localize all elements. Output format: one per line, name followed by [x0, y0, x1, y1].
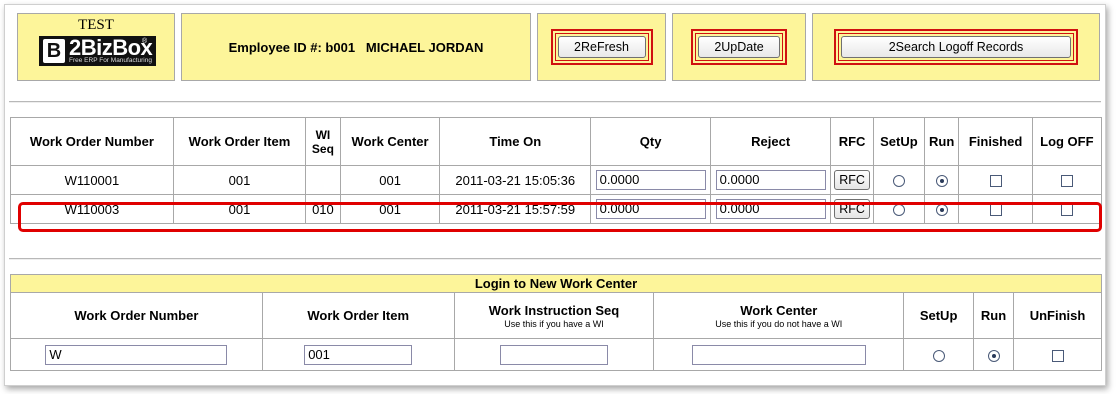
rfc-button[interactable]: RFC	[834, 170, 871, 190]
unfinish-checkbox[interactable]	[1051, 349, 1064, 362]
run-radio[interactable]	[987, 349, 1000, 362]
work-order-item-input[interactable]: 001	[304, 344, 413, 365]
divider	[9, 101, 1101, 103]
col-header: Work Instruction Seq	[488, 302, 620, 318]
logo-tagline: Free ERP For Manufacturing	[69, 57, 152, 64]
divider	[9, 258, 1101, 260]
col-header: Work Order Number	[10, 117, 174, 166]
login-title: Login to New Work Center	[10, 274, 1102, 293]
run-radio[interactable]	[935, 175, 948, 188]
update-outline: 2UpDate	[691, 29, 787, 65]
col-header: Work Center	[740, 302, 818, 318]
search-logoff-button[interactable]: 2Search Logoff Records	[841, 36, 1071, 58]
col-header: SetUp	[903, 292, 975, 339]
update-button[interactable]: 2UpDate	[698, 36, 780, 58]
col-header: Run	[973, 292, 1015, 339]
col-header: RFC	[830, 117, 874, 166]
logo-mark: B	[43, 39, 65, 63]
refresh-button[interactable]: 2ReFresh	[557, 36, 646, 58]
col-header: UnFinish	[1013, 292, 1102, 339]
search-outline: 2Search Logoff Records	[834, 29, 1078, 65]
login-title-row: Login to New Work Center	[10, 274, 1102, 293]
login-input-row: W 001	[10, 338, 1102, 371]
table-row: W110001 001 001 2011-03-21 15:05:36 0.00…	[10, 165, 1103, 195]
col-header: Reject	[710, 117, 832, 166]
setup-radio[interactable]	[932, 349, 945, 362]
setup-radio[interactable]	[892, 175, 905, 188]
col-header: Work Order Item	[172, 117, 307, 166]
col-header: Finished	[958, 117, 1033, 166]
col-header: Work Order Item	[261, 292, 455, 339]
wiseq-header: Work Instruction Seq Use this if you hav…	[453, 292, 655, 339]
col-header: WI Seq	[305, 117, 341, 166]
time-on: 2011-03-21 15:05:36	[439, 165, 592, 195]
login-header-row: Work Order Number Work Order Item Work I…	[10, 292, 1102, 339]
refresh-outline: 2ReFresh	[550, 29, 653, 65]
qty-input[interactable]: 0.0000	[595, 170, 706, 190]
work-center: 001	[339, 165, 441, 195]
col-header: Time On	[439, 117, 592, 166]
col-header: Run	[923, 117, 960, 166]
col-header: Work Order Number	[10, 292, 263, 339]
refresh-panel: 2ReFresh	[537, 13, 666, 81]
row-highlight-annotation	[18, 202, 1102, 232]
col-header: Qty	[590, 117, 712, 166]
center-hint: Use this if you do not have a WI	[715, 318, 843, 329]
col-header: Work Center	[339, 117, 441, 166]
center-header: Work Center Use this if you do not have …	[653, 292, 905, 339]
logoff-checkbox[interactable]	[1060, 175, 1073, 188]
environment-label: TEST	[78, 17, 114, 33]
work-center-input[interactable]	[691, 344, 866, 365]
wi-seq-input[interactable]	[499, 344, 608, 365]
work-order-item: 001	[172, 165, 307, 195]
wi-seq	[305, 165, 341, 195]
employee-info: Employee ID #: b001 MICHAEL JORDAN	[228, 40, 484, 55]
col-header: SetUp	[872, 117, 925, 166]
reject-input[interactable]: 0.0000	[715, 170, 826, 190]
finished-checkbox[interactable]	[989, 175, 1002, 188]
bizbox-logo: B 2BizBox ® Free ERP For Manufacturing	[39, 35, 156, 66]
update-panel: 2UpDate	[672, 13, 806, 81]
logo-panel: TEST B 2BizBox ® Free ERP For Manufactur…	[17, 13, 175, 81]
work-order-number-input[interactable]: W	[45, 344, 228, 365]
search-panel: 2Search Logoff Records	[812, 13, 1100, 81]
work-order-number: W110001	[10, 165, 174, 195]
employee-panel: Employee ID #: b001 MICHAEL JORDAN	[181, 13, 531, 81]
logo-registered: ®	[142, 38, 148, 45]
wiseq-hint: Use this if you have a WI	[504, 318, 604, 329]
table-header-row: Work Order Number Work Order Item WI Seq…	[10, 117, 1103, 166]
col-header: Log OFF	[1031, 117, 1103, 166]
login-work-center-table: Login to New Work Center Work Order Numb…	[10, 274, 1102, 371]
